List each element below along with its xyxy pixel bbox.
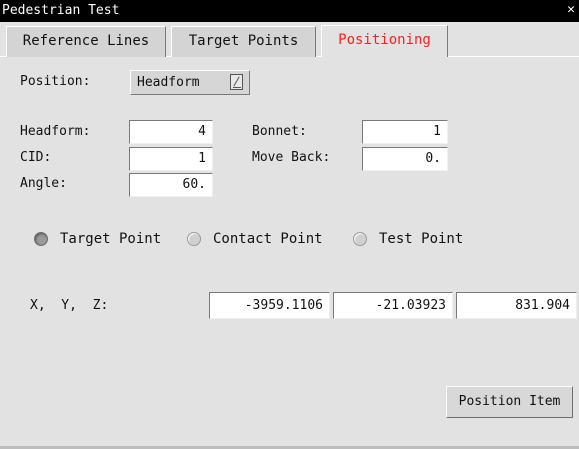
test-point-label[interactable]: Test Point <box>379 231 463 247</box>
position-label: Position: <box>20 74 91 89</box>
bonnet-field[interactable]: 1 <box>362 120 448 144</box>
contact-point-radio[interactable] <box>187 232 201 246</box>
window-title: Pedestrian Test <box>2 3 120 18</box>
contact-point-label[interactable]: Contact Point <box>213 231 323 247</box>
target-point-label[interactable]: Target Point <box>60 231 161 247</box>
tab-positioning[interactable]: Positioning <box>321 25 448 57</box>
position-dropdown[interactable]: Headform <box>130 70 250 95</box>
cid-label: CID: <box>20 150 52 165</box>
xyz-label: X, Y, Z: <box>30 298 109 313</box>
title-bar[interactable]: Pedestrian Test ✕ <box>0 0 579 22</box>
x-field[interactable]: -3959.1106 <box>209 292 330 319</box>
bonnet-label: Bonnet: <box>252 124 307 139</box>
dropdown-arrow-icon[interactable] <box>230 74 243 90</box>
cid-field[interactable]: 1 <box>129 147 213 171</box>
headform-field[interactable]: 4 <box>129 120 213 144</box>
y-field[interactable]: -21.03923 <box>333 292 453 319</box>
close-icon[interactable]: ✕ <box>565 3 577 17</box>
target-point-radio[interactable] <box>34 232 48 246</box>
tab-target-points[interactable]: Target Points <box>171 26 316 57</box>
position-dropdown-value: Headform <box>137 75 200 90</box>
z-field[interactable]: 831.904 <box>456 292 577 319</box>
move-back-field[interactable]: 0. <box>362 147 448 171</box>
tab-reference-lines[interactable]: Reference Lines <box>6 26 166 57</box>
position-item-button[interactable]: Position Item <box>446 386 573 418</box>
move-back-label: Move Back: <box>252 150 331 165</box>
angle-field[interactable]: 60. <box>129 173 213 197</box>
test-point-radio[interactable] <box>353 232 367 246</box>
pedestrian-test-window: Pedestrian Test ✕ Reference Lines Target… <box>0 0 579 449</box>
headform-label: Headform: <box>20 124 91 139</box>
angle-label: Angle: <box>20 176 67 191</box>
